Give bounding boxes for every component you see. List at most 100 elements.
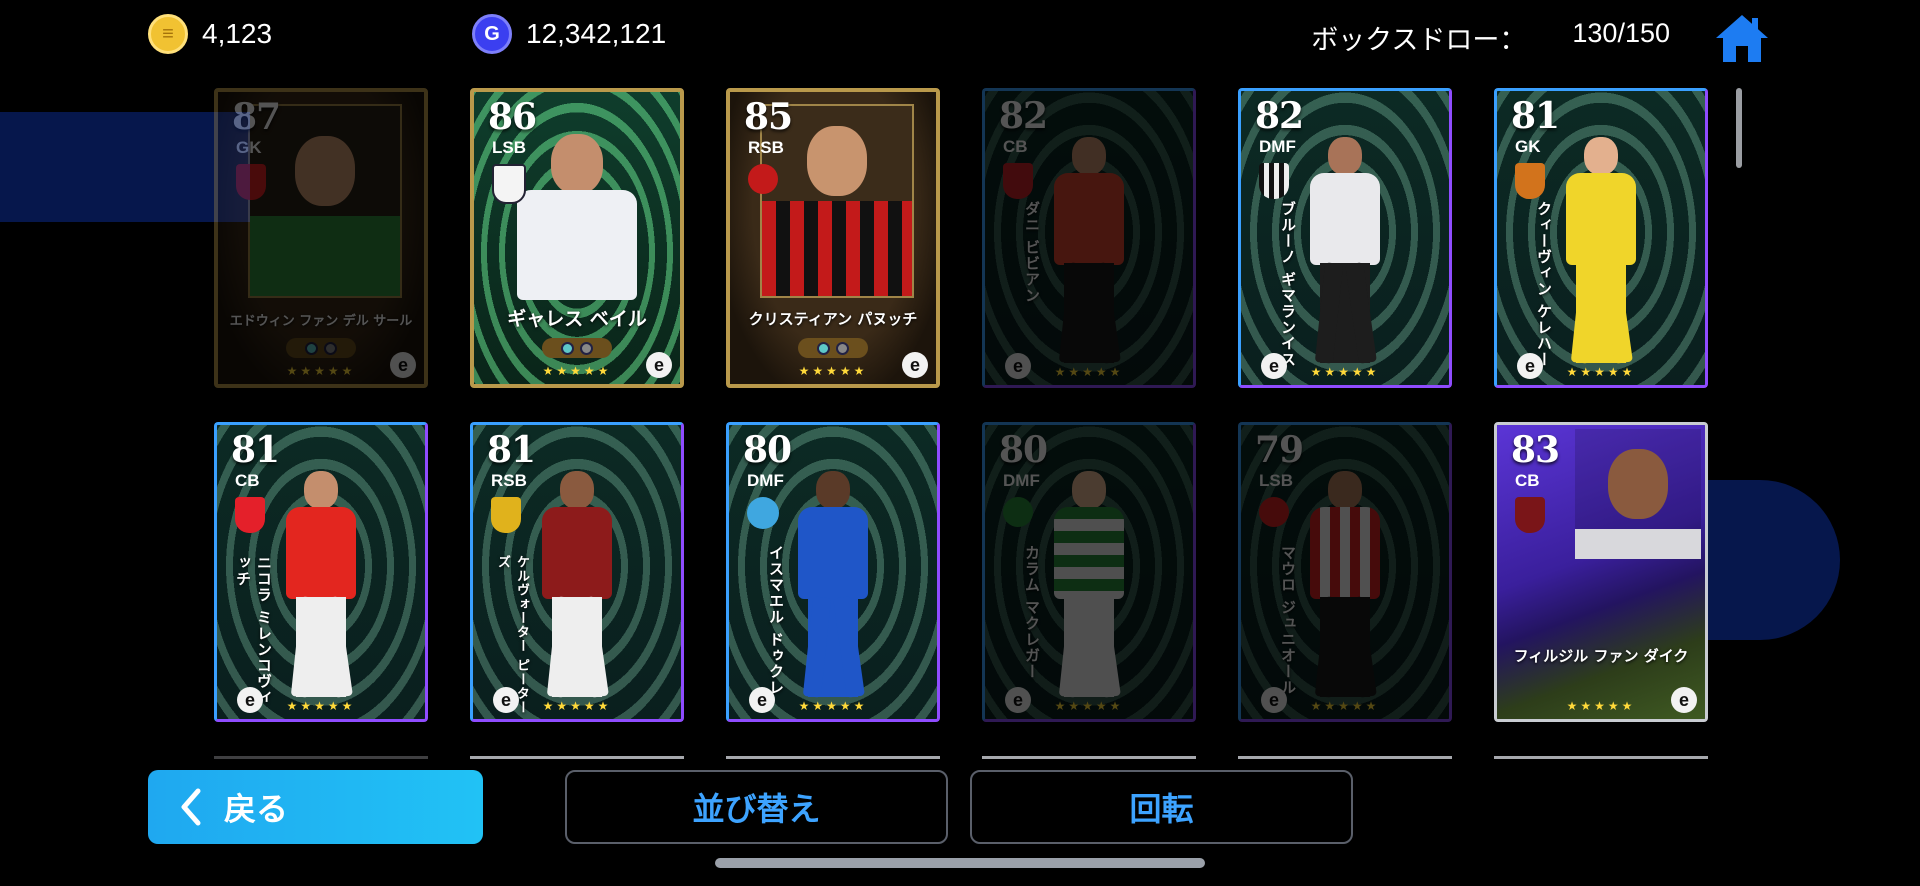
efootball-logo-icon: e <box>493 687 519 713</box>
card-position: GK <box>236 138 262 157</box>
efootball-logo-icon: e <box>749 687 775 713</box>
club-crest-icon <box>1003 163 1033 199</box>
card-position: DMF <box>747 471 784 490</box>
efootball-logo-icon: e <box>1261 353 1287 379</box>
player-card[interactable]: 87 GK エドウィン ファン デル サール ★★★★★ e <box>214 88 428 388</box>
next-row-card-edge <box>470 756 684 767</box>
card-position: CB <box>1003 137 1028 156</box>
home-button[interactable] <box>1714 12 1770 64</box>
card-rating: 87 <box>232 96 281 138</box>
efootball-logo-icon: e <box>1005 687 1031 713</box>
efootball-logo-icon: e <box>390 352 416 378</box>
card-position: CB <box>235 471 260 490</box>
card-player-name: ダニ ビビアン <box>1023 201 1041 304</box>
card-rating: 82 <box>1255 95 1304 137</box>
player-card[interactable]: 85 RSB クリスティアン パヌッチ ★★★★★ e <box>726 88 940 388</box>
player-card[interactable]: 83 CB フィルジル ファン ダイク ★★★★★ e <box>1494 422 1708 722</box>
card-player-name: イスマエル ドゥクレ <box>767 545 785 696</box>
player-card[interactable]: 86 LSB ギャレス ベイル ★★★★★ e <box>470 88 684 388</box>
club-crest-icon <box>1003 497 1033 527</box>
card-player-name: フィルジル ファン ダイク <box>1513 647 1689 665</box>
card-rating: 85 <box>744 96 793 138</box>
efootball-logo-icon: e <box>237 687 263 713</box>
player-card[interactable]: 80 DMF カラム マクレガー ★★★★★ e <box>982 422 1196 722</box>
gp-icon: G <box>472 14 512 54</box>
player-card[interactable]: 81 CB ニコラ ミレンコヴィッチ ★★★★★ e <box>214 422 428 722</box>
club-crest-icon <box>491 497 521 533</box>
card-rating: 79 <box>1255 429 1304 471</box>
efootball-logo-icon: e <box>1517 353 1543 379</box>
club-crest-icon <box>1515 497 1545 533</box>
rotate-button-label: 回転 <box>1129 790 1194 828</box>
home-icon <box>1716 15 1768 62</box>
sort-button-label: 並び替え <box>692 790 821 828</box>
card-rating: 81 <box>1511 95 1560 137</box>
next-row-card-edge <box>982 756 1196 767</box>
top-bar: ≡ 4,123 G 12,342,121 ボックスドロー： 130/150 <box>0 0 1920 76</box>
club-crest-icon <box>747 497 779 529</box>
efootball-logo-icon: e <box>1671 687 1697 713</box>
club-crest-icon <box>1259 497 1289 527</box>
card-player-name: エドウィン ファン デル サール <box>229 314 413 329</box>
back-button[interactable]: 戻る <box>148 770 483 844</box>
box-draw-label: ボックスドロー： <box>1311 25 1527 55</box>
card-position: DMF <box>1003 471 1040 490</box>
card-rating: 80 <box>999 429 1048 471</box>
background-stripe <box>0 112 250 222</box>
player-card[interactable]: 81 GK クィーヴィン ケレハー ★★★★★ e <box>1494 88 1708 388</box>
player-card[interactable]: 82 DMF ブルーノ ギマランイス ★★★★★ e <box>1238 88 1452 388</box>
card-rating: 82 <box>999 95 1048 137</box>
home-indicator <box>715 858 1205 868</box>
card-player-name: カラム マクレガー <box>1023 545 1041 680</box>
efootball-logo-icon: e <box>1261 687 1287 713</box>
player-card[interactable]: 82 CB ダニ ビビアン ★★★★★ e <box>982 88 1196 388</box>
card-position: LSB <box>492 138 526 157</box>
background-stripe <box>1700 480 1840 640</box>
card-player-name: クリスティアン パヌッチ <box>748 310 918 328</box>
card-position: DMF <box>1259 137 1296 156</box>
card-position: GK <box>1515 137 1541 156</box>
gp-display: G 12,342,121 <box>472 14 666 54</box>
card-player-name: マウロ ジュニオール <box>1279 545 1297 696</box>
card-position: RSB <box>748 138 784 157</box>
player-card[interactable]: 79 LSB マウロ ジュニオール ★★★★★ e <box>1238 422 1452 722</box>
box-draw-counter: ボックスドロー： 130/150 <box>1311 18 1670 57</box>
next-row-card-edge <box>1238 756 1452 767</box>
coins-value: 4,123 <box>202 18 273 49</box>
sort-button[interactable]: 並び替え <box>565 770 948 844</box>
next-row-card-edge <box>1494 756 1708 767</box>
skill-badges <box>798 338 868 358</box>
skill-badges <box>286 338 356 358</box>
player-card[interactable]: 81 RSB ケルヴォーター ピーターズ ★★★★★ e <box>470 422 684 722</box>
card-position: LSB <box>1259 471 1293 490</box>
chevron-left-icon <box>181 788 201 826</box>
next-row-card-edge <box>726 756 940 767</box>
scrollbar[interactable] <box>1736 88 1742 168</box>
club-crest-icon <box>492 164 526 204</box>
card-rating: 80 <box>743 429 792 471</box>
card-rating: 81 <box>487 429 536 471</box>
gp-value: 12,342,121 <box>526 18 667 49</box>
card-player-name: ギャレス ベイル <box>507 308 647 330</box>
efootball-logo-icon: e <box>646 352 672 378</box>
club-crest-icon <box>1259 163 1289 199</box>
player-card[interactable]: 80 DMF イスマエル ドゥクレ ★★★★★ e <box>726 422 940 722</box>
club-crest-icon <box>748 164 778 194</box>
card-player-name: ブルーノ ギマランイス <box>1279 201 1297 368</box>
rotate-button[interactable]: 回転 <box>970 770 1353 844</box>
card-rating: 81 <box>231 429 280 471</box>
efootball-logo-icon: e <box>1005 353 1031 379</box>
box-draw-count: 130/150 <box>1572 18 1670 48</box>
card-position: CB <box>1515 471 1540 490</box>
back-button-label: 戻る <box>224 790 289 828</box>
club-crest-icon <box>235 497 265 533</box>
club-crest-icon <box>236 164 266 200</box>
coin-icon: ≡ <box>148 14 188 54</box>
card-rating: 86 <box>488 96 537 138</box>
next-row-card-edge <box>214 756 428 767</box>
coins-display: ≡ 4,123 <box>148 14 272 54</box>
card-rating: 83 <box>1511 429 1560 471</box>
card-position: RSB <box>491 471 527 490</box>
card-player-name: クィーヴィン ケレハー <box>1535 201 1553 368</box>
club-crest-icon <box>1515 163 1545 199</box>
